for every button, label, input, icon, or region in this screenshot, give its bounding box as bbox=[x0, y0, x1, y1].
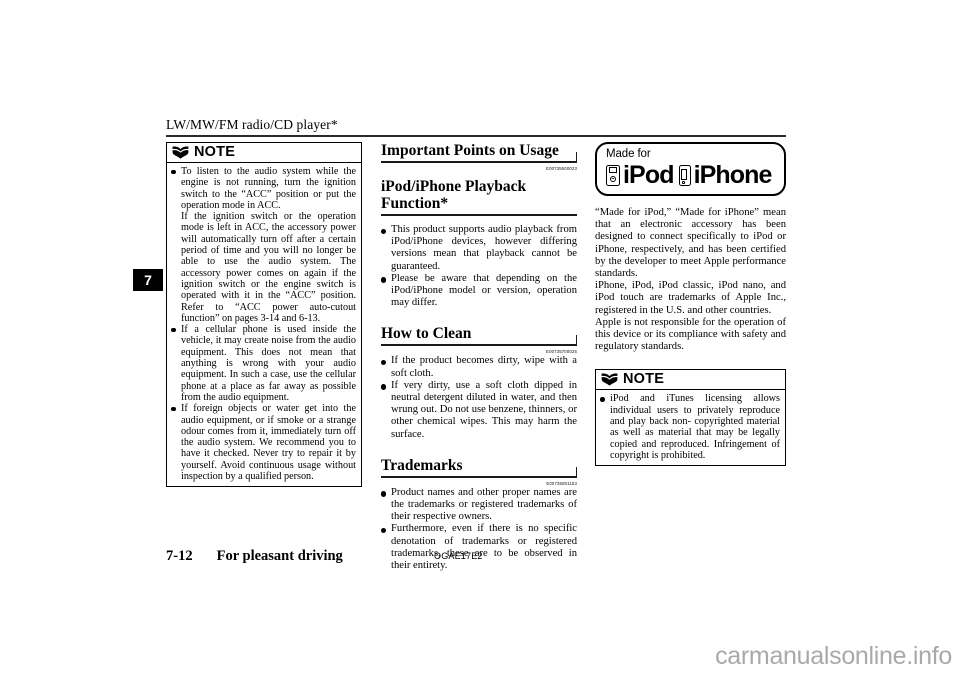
section-heading: How to Clean bbox=[381, 325, 472, 343]
section-important-points: Important Points on Usage E00735500023 bbox=[381, 142, 577, 172]
list-item: Please be aware that depending on the iP… bbox=[381, 273, 577, 310]
section-heading: Trademarks bbox=[381, 456, 463, 474]
note-box-left: NOTE To listen to the audio system while… bbox=[166, 142, 362, 488]
page-footer: 7-12 For pleasant driving bbox=[166, 548, 343, 565]
note-list: To listen to the audio system while the … bbox=[171, 166, 356, 211]
rule-tick bbox=[576, 152, 577, 163]
how-to-clean-list: If the product becomes dirty, wipe with … bbox=[381, 355, 577, 440]
list-item: To listen to the audio system while the … bbox=[171, 166, 356, 211]
list-item: If very dirty, use a soft cloth dipped i… bbox=[381, 380, 577, 441]
note-header: NOTE bbox=[167, 143, 361, 163]
section-trademarks: Trademarks E00735801153 bbox=[381, 457, 577, 487]
section-ipod-playback: iPod/iPhone Playback Function* bbox=[381, 178, 577, 218]
note-body: To listen to the audio system while the … bbox=[167, 163, 361, 486]
note-list-continued: If a cellular phone is used inside the v… bbox=[171, 324, 356, 482]
note-body: iPod and iTunes licensing allows individ… bbox=[596, 390, 785, 465]
section-heading: iPod/iPhone Playback Function* bbox=[381, 178, 527, 212]
note-continuation: If the ignition switch or the operation … bbox=[181, 211, 356, 324]
open-book-icon bbox=[172, 145, 189, 159]
iphone-device-icon bbox=[678, 164, 691, 186]
list-item: If foreign objects or water get into the… bbox=[171, 403, 356, 482]
reference-code: E00735500023 bbox=[546, 166, 577, 171]
section-how-to-clean: How to Clean E00735700025 bbox=[381, 325, 577, 355]
section-rule bbox=[381, 152, 577, 165]
right-column: Made for iPod iPhone “Made for iPod,” “M… bbox=[595, 142, 786, 467]
apple-paragraph: Apple is not responsible for the operati… bbox=[595, 316, 786, 353]
ipod-playback-list: This product supports audio playback fro… bbox=[381, 224, 577, 309]
note-title: NOTE bbox=[194, 143, 236, 160]
made-for-ipod-iphone-badge: Made for iPod iPhone bbox=[595, 142, 786, 196]
list-item: If the product becomes dirty, wipe with … bbox=[381, 355, 577, 379]
badge-devices-row: iPod iPhone bbox=[606, 162, 776, 188]
left-column: NOTE To listen to the audio system while… bbox=[166, 142, 362, 488]
section-rule bbox=[381, 466, 577, 480]
apple-paragraph: iPhone, iPod, iPod classic, iPod nano, a… bbox=[595, 280, 786, 316]
open-book-icon bbox=[601, 373, 618, 386]
note-box-right: NOTE iPod and iTunes licensing allows in… bbox=[595, 369, 786, 467]
list-item: If a cellular phone is used inside the v… bbox=[171, 324, 356, 403]
middle-column: Important Points on Usage E00735500023 i… bbox=[381, 142, 577, 572]
rule-tick bbox=[576, 466, 577, 478]
apple-paragraph: “Made for iPod,” “Made for iPhone” mean … bbox=[595, 207, 786, 280]
section-rule bbox=[381, 335, 577, 348]
list-item: iPod and iTunes licensing allows individ… bbox=[600, 393, 780, 461]
section-heading: Important Points on Usage bbox=[381, 142, 559, 159]
watermark: carmanualsonline.info bbox=[715, 642, 952, 670]
document-code: OGAE17E2 bbox=[434, 551, 483, 561]
header-rule bbox=[166, 135, 786, 137]
iphone-label: iPhone bbox=[693, 161, 773, 189]
note-title: NOTE bbox=[623, 371, 665, 388]
list-item: Furthermore, even if there is no specifi… bbox=[381, 523, 577, 572]
footer-section-title: For pleasant driving bbox=[216, 548, 343, 564]
ipod-label: iPod bbox=[623, 161, 674, 189]
note-header: NOTE bbox=[596, 370, 785, 391]
ipod-device-icon bbox=[606, 164, 620, 186]
manual-page: LW/MW/FM radio/CD player* 7 NOTE To list… bbox=[0, 0, 960, 679]
running-header: LW/MW/FM radio/CD player* bbox=[166, 117, 338, 132]
page-number: 7-12 bbox=[166, 548, 193, 564]
note-list: iPod and iTunes licensing allows individ… bbox=[600, 393, 780, 461]
list-item: This product supports audio playback fro… bbox=[381, 224, 577, 273]
chapter-tab: 7 bbox=[133, 269, 163, 291]
section-rule bbox=[381, 214, 577, 218]
rule-tick bbox=[576, 335, 577, 347]
list-item: Product names and other proper names are… bbox=[381, 487, 577, 524]
made-for-label: Made for bbox=[606, 148, 651, 160]
